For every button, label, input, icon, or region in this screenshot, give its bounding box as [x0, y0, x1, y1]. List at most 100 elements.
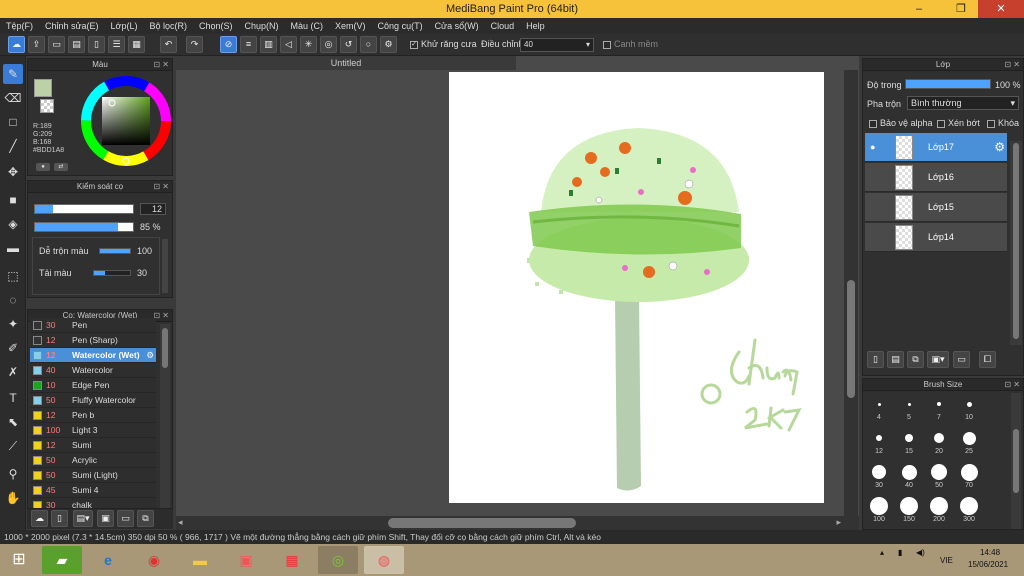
- brush-list-item[interactable]: 12 Pen (Sharp): [30, 333, 156, 348]
- brush-list-item[interactable]: 50 Acrylic: [30, 453, 156, 468]
- brush-size-option[interactable]: 150: [895, 495, 923, 523]
- snap-off-icon[interactable]: ⊘: [220, 36, 237, 53]
- select-pen-tool-icon[interactable]: ✐: [3, 338, 23, 358]
- language-indicator[interactable]: VIE: [940, 556, 953, 565]
- delete-layer-icon[interactable]: ⧠: [979, 351, 996, 368]
- settings-icon[interactable]: ⚙: [380, 36, 397, 53]
- grid-icon[interactable]: ▦: [128, 36, 145, 53]
- smooth-edge-checkbox[interactable]: Canh mềm: [603, 39, 658, 49]
- parallel-snap-icon[interactable]: ≡: [240, 36, 257, 53]
- eraser-tool-icon[interactable]: ⌫: [3, 88, 23, 108]
- layer-row[interactable]: Lớp14: [865, 223, 1007, 252]
- brush-duplicate-icon[interactable]: ⧉: [137, 510, 154, 527]
- brush-list-item[interactable]: 10 Edge Pen: [30, 378, 156, 393]
- menu-view[interactable]: Xem(V): [335, 21, 366, 31]
- add-layer-menu-icon[interactable]: ▣▾: [927, 351, 949, 368]
- layer-row[interactable]: ● Lớp17 ⚙: [865, 133, 1007, 162]
- brush-size-option[interactable]: 25: [955, 427, 983, 455]
- dot-tool-icon[interactable]: □: [3, 112, 23, 132]
- curve-snap-icon[interactable]: ↺: [340, 36, 357, 53]
- select-eraser-tool-icon[interactable]: ✗: [3, 362, 23, 382]
- brush-settings-icon[interactable]: ▣: [97, 510, 114, 527]
- brush-list-item[interactable]: 50 Fluffy Watercolor: [30, 393, 156, 408]
- adjust-select[interactable]: 40 ▾: [520, 38, 594, 52]
- cloud-brush-icon[interactable]: ☁: [31, 510, 48, 527]
- close-button[interactable]: ✕: [978, 0, 1024, 18]
- brush-size-option[interactable]: 300: [955, 495, 983, 523]
- layer-blend-select[interactable]: Bình thường ▾: [907, 96, 1019, 110]
- share-icon[interactable]: ⇪: [28, 36, 45, 53]
- vanish-snap-icon[interactable]: ◁: [280, 36, 297, 53]
- brush-size-option[interactable]: 4: [865, 393, 893, 421]
- text-tool-icon[interactable]: T: [3, 388, 23, 408]
- color-swap-icon[interactable]: ⇄: [54, 163, 68, 171]
- coccoc-icon[interactable]: ◎: [318, 546, 358, 574]
- brush-list-item[interactable]: 45 Sumi 4: [30, 483, 156, 498]
- brush-control-scrollbar[interactable]: [162, 239, 168, 293]
- protect-alpha-checkbox[interactable]: Bảo vệ alpha: [869, 118, 933, 128]
- menu-edit[interactable]: Chỉnh sửa(E): [45, 21, 99, 31]
- lock-checkbox[interactable]: Khóa: [987, 118, 1019, 128]
- eyedropper-tool-icon[interactable]: ⚲: [3, 464, 23, 484]
- blend-slider[interactable]: [99, 248, 131, 254]
- brush-size-option[interactable]: 15: [895, 427, 923, 455]
- brush-size-option[interactable]: 30: [865, 461, 893, 489]
- canvas-tab[interactable]: Untitled: [176, 56, 516, 70]
- gear-icon[interactable]: ⚙: [146, 348, 154, 363]
- brush-list-item[interactable]: 50 Sumi (Light): [30, 468, 156, 483]
- brush-tool-icon[interactable]: ✎: [3, 64, 23, 84]
- divide-tool-icon[interactable]: ⟋: [3, 436, 23, 456]
- foxit-icon[interactable]: ▣: [226, 546, 266, 574]
- canvas-paper[interactable]: [449, 72, 824, 503]
- document-icon[interactable]: ▯: [88, 36, 105, 53]
- list-icon[interactable]: ☰: [108, 36, 125, 53]
- tray-arrow-icon[interactable]: ▴: [880, 548, 884, 557]
- menu-file[interactable]: Tệp(F): [6, 21, 33, 31]
- move-tool-icon[interactable]: ✥: [3, 162, 23, 182]
- brush-list-item[interactable]: 30 Pen: [30, 318, 156, 333]
- brush-size-option[interactable]: 20: [925, 427, 953, 455]
- canvas-vertical-scroll-thumb[interactable]: [847, 280, 855, 398]
- panel-close-icon[interactable]: ⊡ ✕: [153, 59, 169, 71]
- scroll-right-icon[interactable]: ▸: [836, 517, 841, 528]
- chrome-icon[interactable]: ◉: [134, 546, 174, 574]
- background-color-swatch[interactable]: [40, 99, 54, 113]
- copy-layer-icon[interactable]: ⧉: [907, 351, 924, 368]
- new-brush-icon[interactable]: ▯: [51, 510, 68, 527]
- color-wheel[interactable]: [78, 73, 174, 169]
- new-layer-icon[interactable]: ▯: [867, 351, 884, 368]
- brush-size-option[interactable]: 5: [895, 393, 923, 421]
- restore-button[interactable]: ❐: [946, 0, 976, 18]
- layer-list-scroll-thumb[interactable]: [1013, 143, 1019, 339]
- gradient-tool-icon[interactable]: ▬: [3, 238, 23, 258]
- brush-list-item[interactable]: 100 Light 3: [30, 423, 156, 438]
- menu-select[interactable]: Chọn(S): [199, 21, 233, 31]
- panel-close-icon[interactable]: ⊡ ✕: [1004, 59, 1020, 71]
- canvas-area[interactable]: Untitled ◂ ▸: [176, 56, 859, 530]
- layer-row[interactable]: Lớp16: [865, 163, 1007, 192]
- menu-color[interactable]: Màu (C): [291, 21, 324, 31]
- layer-list-scrollbar[interactable]: [1010, 141, 1022, 345]
- gear-icon[interactable]: ⚙: [994, 140, 1005, 154]
- crisscross-snap-icon[interactable]: ▥: [260, 36, 277, 53]
- brush-size-slider[interactable]: [34, 204, 134, 214]
- operation-tool-icon[interactable]: ⬉: [3, 412, 23, 432]
- antialias-checkbox[interactable]: ✓ Khử răng cưa: [410, 39, 477, 49]
- network-icon[interactable]: ▮: [898, 548, 902, 557]
- new-halftone-layer-icon[interactable]: ▤: [887, 351, 904, 368]
- brush-list-item[interactable]: 12 Pen b: [30, 408, 156, 423]
- canvas-vertical-scrollbar[interactable]: [844, 70, 858, 516]
- select-rect-tool-icon[interactable]: ⬚: [3, 266, 23, 286]
- menu-tools[interactable]: Công cụ(T): [378, 21, 423, 31]
- brush-folder-icon[interactable]: ▭: [117, 510, 134, 527]
- brush-size-option[interactable]: 50: [925, 461, 953, 489]
- medibang-taskbar-icon[interactable]: ◍: [364, 546, 404, 574]
- hand-tool-icon[interactable]: ✋: [3, 488, 23, 508]
- magic-wand-tool-icon[interactable]: ✦: [3, 314, 23, 334]
- radial-snap-icon[interactable]: ✳: [300, 36, 317, 53]
- circle-snap-icon[interactable]: ◎: [320, 36, 337, 53]
- menu-cloud[interactable]: Cloud: [491, 21, 515, 31]
- color-mode-icon[interactable]: ●: [36, 163, 50, 171]
- comment-icon[interactable]: ▭: [48, 36, 65, 53]
- brush-list-item[interactable]: 12 Watercolor (Wet) ⚙: [30, 348, 156, 363]
